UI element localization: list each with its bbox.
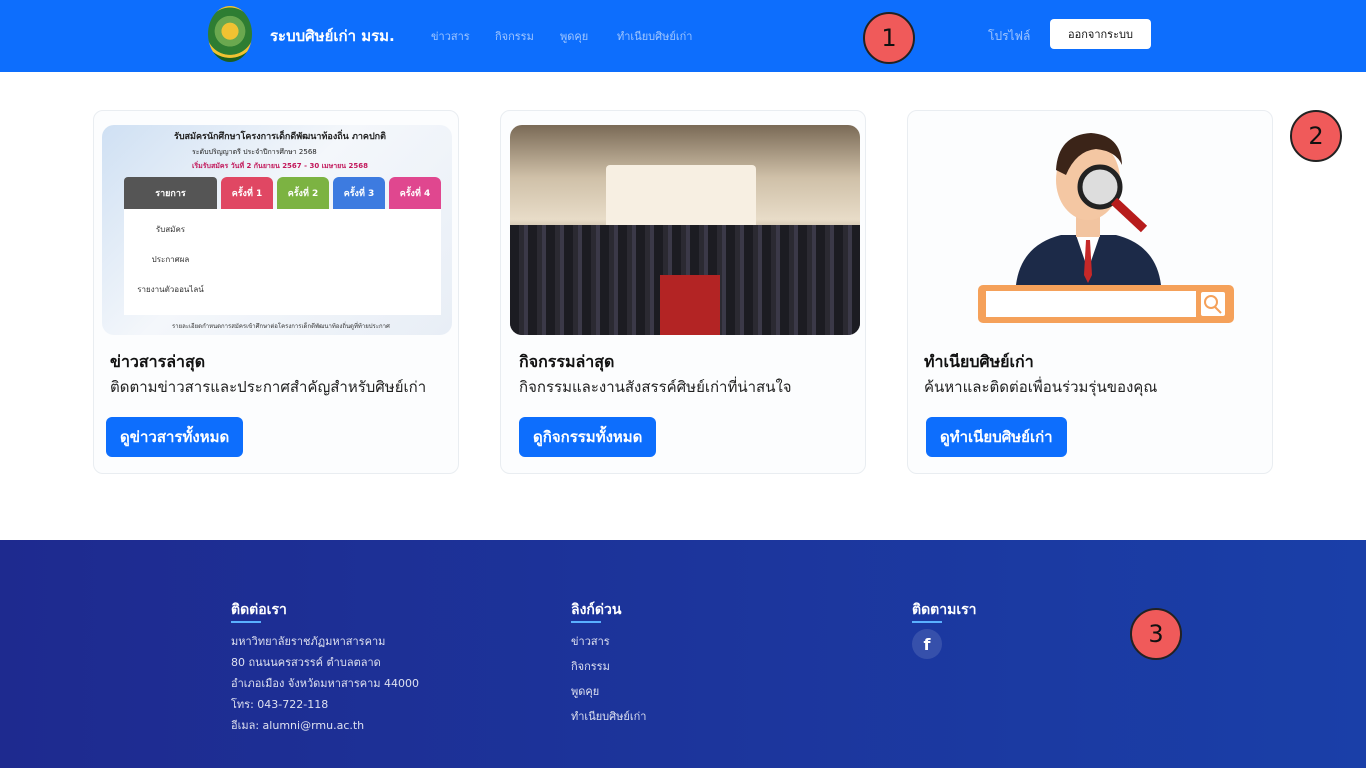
footer-contact-email[interactable]: อีเมล: alumni@rmu.ac.th — [231, 716, 364, 734]
nav-link-profile[interactable]: โปรไฟล์ — [988, 27, 1030, 46]
footer-link-directory[interactable]: ทำเนียบศิษย์เก่า — [571, 707, 646, 725]
footer-quick-links-heading: ลิงก์ด่วน — [571, 602, 622, 618]
footer-contact-phone: โทร: 043-722-118 — [231, 698, 329, 711]
news-image-round-4: ครั้งที่ 4 — [389, 177, 441, 209]
news-image-row-announce: ประกาศผล — [151, 255, 190, 264]
footer-contact-line-3: อำเภอเมือง จังหวัดมหาสารคาม 44000 — [231, 677, 420, 690]
news-image-header-label: รายการ — [124, 177, 217, 209]
activities-card-title: กิจกรรมล่าสุด — [519, 352, 615, 371]
view-all-news-button[interactable]: ดูข่าวสารทั้งหมด — [106, 417, 244, 457]
annotation-marker-3: 3 — [1130, 608, 1182, 660]
directory-card-text: ค้นหาและติดต่อเพื่อนร่วมรุ่นของคุณ — [924, 378, 1158, 396]
activities-card: กิจกรรมล่าสุด กิจกรรมและงานสังสรรค์ศิษย์… — [500, 110, 866, 474]
university-logo[interactable] — [208, 6, 252, 62]
footer-link-news[interactable]: ข่าวสาร — [571, 632, 610, 650]
nav-link-activities[interactable]: กิจกรรม — [495, 27, 534, 45]
news-card-title: ข่าวสารล่าสุด — [110, 352, 206, 371]
news-image-subtitle: ระดับปริญญาตรี ประจำปีการศึกษา 2568 — [192, 148, 317, 156]
news-image-row-register: รับสมัคร — [155, 225, 186, 234]
facebook-icon[interactable]: f — [912, 629, 942, 659]
news-image-dates: เริ่มรับสมัคร วันที่ 2 กันยายน 2567 - 30… — [192, 162, 368, 170]
footer-contact-underline — [231, 621, 261, 623]
annotation-marker-1: 1 — [863, 12, 915, 64]
directory-card-image — [916, 125, 1266, 335]
top-navbar: ระบบศิษย์เก่า มรม. ข่าวสาร กิจกรรม พูดคุ… — [0, 0, 1366, 72]
footer-follow-heading: ติดตามเรา — [912, 602, 977, 618]
news-image-row-report: รายงานตัวออนไลน์ — [137, 285, 204, 294]
footer-link-activities[interactable]: กิจกรรม — [571, 657, 610, 675]
footer-contact-line-2: 80 ถนนนครสวรรค์ ตำบลตลาด — [231, 656, 381, 669]
nav-link-directory[interactable]: ทำเนียบศิษย์เก่า — [617, 27, 692, 45]
news-card: รับสมัครนักศึกษาโครงการเด็กดีพัฒนาท้องถิ… — [93, 110, 459, 474]
annotation-marker-2: 2 — [1290, 110, 1342, 162]
footer-link-chat[interactable]: พูดคุย — [571, 682, 599, 700]
navbar-brand[interactable]: ระบบศิษย์เก่า มรม. — [270, 24, 395, 48]
news-image-title: รับสมัครนักศึกษาโครงการเด็กดีพัฒนาท้องถิ… — [174, 132, 386, 142]
footer-contact-line-1: มหาวิทยาลัยราชภัฏมหาสารคาม — [231, 635, 386, 648]
news-card-text: ติดตามข่าวสารและประกาศสำคัญสำหรับศิษย์เก… — [110, 378, 427, 396]
news-image-round-1: ครั้งที่ 1 — [221, 177, 273, 209]
activities-card-image — [510, 125, 860, 335]
person-search-illustration — [978, 133, 1234, 323]
nav-link-chat[interactable]: พูดคุย — [560, 27, 588, 45]
nav-link-news[interactable]: ข่าวสาร — [431, 27, 470, 45]
activities-card-text: กิจกรรมและงานสังสรรค์ศิษย์เก่าที่น่าสนใจ — [519, 378, 792, 396]
logout-button[interactable]: ออกจากระบบ — [1050, 19, 1151, 49]
news-image-round-3: ครั้งที่ 3 — [333, 177, 385, 209]
footer-follow-underline — [912, 621, 942, 623]
footer-contact-heading: ติดต่อเรา — [231, 602, 287, 618]
footer-quick-links-underline — [571, 621, 601, 623]
news-image-round-2: ครั้งที่ 2 — [277, 177, 329, 209]
directory-card-title: ทำเนียบศิษย์เก่า — [924, 352, 1034, 371]
news-card-image: รับสมัครนักศึกษาโครงการเด็กดีพัฒนาท้องถิ… — [102, 125, 452, 335]
news-image-footnote: รายละเอียดกำหนดการสมัครเข้าศึกษาต่อโครงก… — [172, 323, 390, 330]
directory-card: ทำเนียบศิษย์เก่า ค้นหาและติดต่อเพื่อนร่ว… — [907, 110, 1273, 474]
view-all-activities-button[interactable]: ดูกิจกรรมทั้งหมด — [519, 417, 657, 457]
view-directory-button[interactable]: ดูทำเนียบศิษย์เก่า — [926, 417, 1067, 457]
